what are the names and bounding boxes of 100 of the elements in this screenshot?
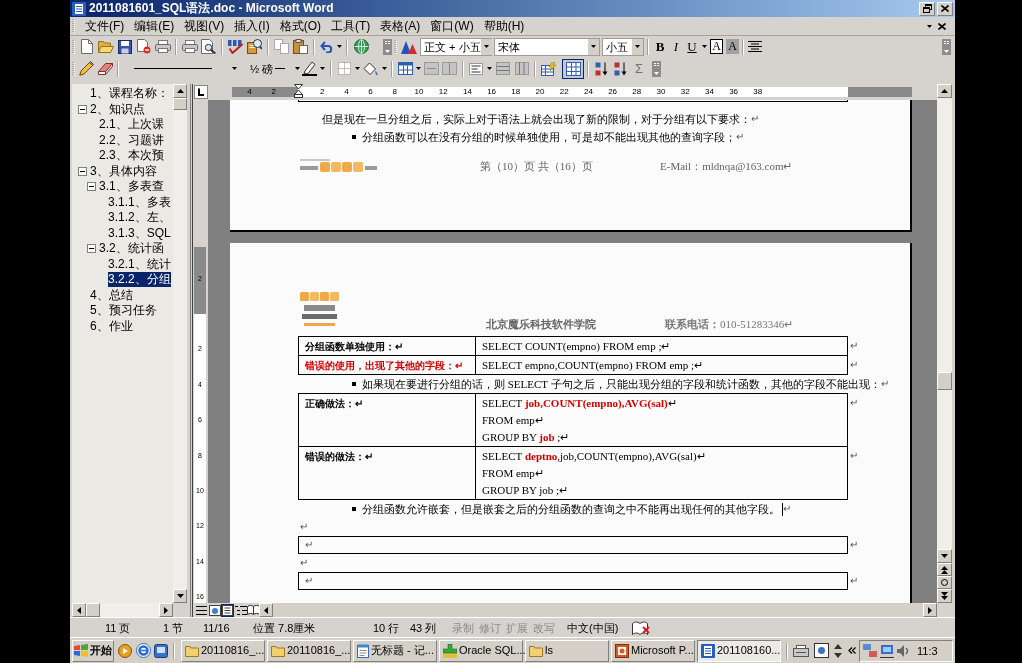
font-dropdown[interactable]: 宋体 — [494, 37, 600, 56]
taskbar-button[interactable]: Microsoft P... — [611, 639, 695, 662]
taskbar-button[interactable]: Oracle SQL... — [439, 639, 523, 662]
up-down-arrows-icon[interactable] — [834, 643, 842, 658]
restore-button[interactable] — [919, 1, 935, 16]
collapse-icon[interactable] — [87, 182, 96, 192]
scroll-right-button[interactable] — [159, 603, 173, 617]
normal-view-button[interactable] — [195, 603, 208, 617]
previous-page-button[interactable] — [937, 563, 952, 576]
outline-item[interactable]: 2.2、习题讲 — [99, 132, 164, 148]
spell-check-icon[interactable] — [228, 39, 243, 54]
scroll-thumb[interactable] — [173, 98, 187, 110]
menu-item[interactable]: 工具(T) — [326, 17, 376, 35]
toolbar-options-icon[interactable] — [942, 38, 951, 55]
scroll-left-button[interactable] — [72, 603, 86, 617]
outline-item[interactable]: 2、知识点 — [90, 101, 145, 117]
taskbar-button[interactable]: 20110816_... — [181, 639, 265, 662]
menu-item[interactable]: 窗口(W) — [425, 17, 479, 35]
vertical-scrollbar[interactable] — [173, 84, 187, 603]
outline-item[interactable]: 2.3、本次预 — [99, 148, 164, 164]
scroll-thumb[interactable] — [937, 372, 952, 390]
collapse-icon[interactable] — [87, 244, 96, 254]
scroll-down-button[interactable] — [937, 549, 952, 563]
toolbar-options-icon[interactable] — [383, 38, 392, 55]
italic-button[interactable]: I — [668, 37, 684, 56]
outline-item[interactable]: 1、课程名称： — [90, 86, 169, 102]
print-layout-button[interactable] — [221, 603, 234, 617]
toolbar-options-icon[interactable] — [652, 60, 661, 77]
web-view-button[interactable] — [208, 603, 221, 617]
size-dropdown[interactable]: 小五 — [602, 37, 644, 56]
printer-icon[interactable] — [154, 40, 171, 53]
speaker-icon[interactable] — [897, 644, 910, 657]
caret-icon[interactable] — [320, 67, 325, 70]
book-magnifier-icon[interactable] — [247, 39, 262, 54]
document-no-entry-icon[interactable] — [136, 39, 151, 54]
toolbar-grip-icon[interactable] — [72, 61, 75, 76]
close-button[interactable] — [937, 1, 953, 16]
monitor-icon[interactable] — [880, 643, 894, 658]
columns-icon[interactable] — [514, 62, 529, 75]
outline-item[interactable]: 3.2、统计函 — [99, 241, 164, 257]
scroll-down-button[interactable] — [173, 589, 187, 603]
menu-item[interactable]: 编辑(E) — [129, 17, 180, 35]
caret-icon[interactable] — [354, 67, 360, 70]
next-page-button[interactable] — [937, 589, 952, 603]
scroll-up-button[interactable] — [937, 84, 952, 98]
toolbar-grip-icon[interactable] — [72, 39, 75, 54]
dot-box-icon[interactable] — [813, 643, 829, 658]
caret-icon[interactable] — [336, 45, 342, 48]
window-icon[interactable] — [154, 643, 168, 658]
collapse-icon[interactable] — [78, 166, 87, 176]
paint-bucket-icon[interactable] — [363, 61, 378, 76]
character-shading-button[interactable]: A — [726, 39, 739, 54]
ring-icon[interactable] — [135, 643, 151, 658]
scroll-left-button[interactable] — [259, 603, 273, 617]
character-border-button[interactable]: A — [710, 39, 723, 54]
taskbar-button[interactable]: 20110816_... — [267, 639, 351, 662]
align-center-icon[interactable] — [748, 41, 762, 52]
scroll-right-button[interactable] — [923, 603, 937, 617]
printer-icon[interactable] — [793, 644, 809, 657]
caret-icon[interactable] — [926, 24, 932, 28]
book-cross-icon[interactable] — [632, 620, 650, 635]
collapse-icon[interactable] — [78, 104, 87, 114]
menu-item[interactable]: 格式(O) — [274, 17, 326, 35]
tab-stop-icon[interactable] — [194, 85, 208, 99]
caret-icon[interactable] — [701, 45, 707, 48]
taskbar-button[interactable]: ls — [525, 639, 609, 662]
taskbar-button[interactable]: 无标题 - 记... — [353, 639, 437, 662]
menu-item[interactable]: 帮助(H) — [478, 17, 530, 35]
menu-item[interactable]: 插入(I) — [229, 17, 275, 35]
outline-item[interactable]: 3.2.2、分组 — [108, 272, 171, 288]
print-preview-icon[interactable] — [201, 39, 216, 54]
undo-icon[interactable] — [320, 40, 333, 53]
outline-item[interactable]: 5、预习任务 — [90, 303, 157, 319]
start-button[interactable]: 开始 — [72, 639, 114, 662]
browse-object-button[interactable] — [937, 576, 952, 589]
outline-item[interactable]: 6、作业 — [90, 318, 133, 334]
sort-descending-icon[interactable] — [614, 61, 627, 76]
outline-item[interactable]: 3.1、多表查 — [99, 179, 164, 195]
table-lightning-icon[interactable] — [541, 61, 556, 76]
paste-icon[interactable] — [293, 39, 308, 54]
outline-item[interactable]: 3.1.3、SQL — [108, 225, 171, 241]
indent-marker-icon[interactable] — [294, 84, 303, 98]
outline-view-button[interactable] — [234, 603, 247, 617]
toolbar-grip-icon[interactable] — [394, 39, 397, 54]
taskbar-button[interactable]: 201108160... — [697, 639, 781, 662]
outline-item[interactable]: 3.1.1、多表 — [108, 194, 171, 210]
underline-button[interactable]: U — [684, 37, 700, 56]
table-icon[interactable] — [397, 62, 413, 75]
outline-item[interactable]: 2.1、上次课 — [99, 117, 164, 133]
menu-item[interactable]: 表格(A) — [375, 17, 426, 35]
gridlines-button[interactable] — [562, 58, 584, 79]
horizontal-scrollbar[interactable] — [259, 603, 937, 617]
sort-ascending-icon[interactable] — [595, 61, 608, 76]
new-document-icon[interactable] — [80, 39, 93, 54]
reading-view-button[interactable] — [247, 603, 260, 617]
triangles-icon[interactable] — [400, 39, 417, 54]
line-weight-dropdown[interactable]: ½ 磅 — [250, 59, 300, 78]
globe-icon[interactable] — [353, 39, 369, 54]
play-icon[interactable] — [118, 643, 132, 658]
horizontal-scrollbar[interactable] — [72, 603, 173, 617]
